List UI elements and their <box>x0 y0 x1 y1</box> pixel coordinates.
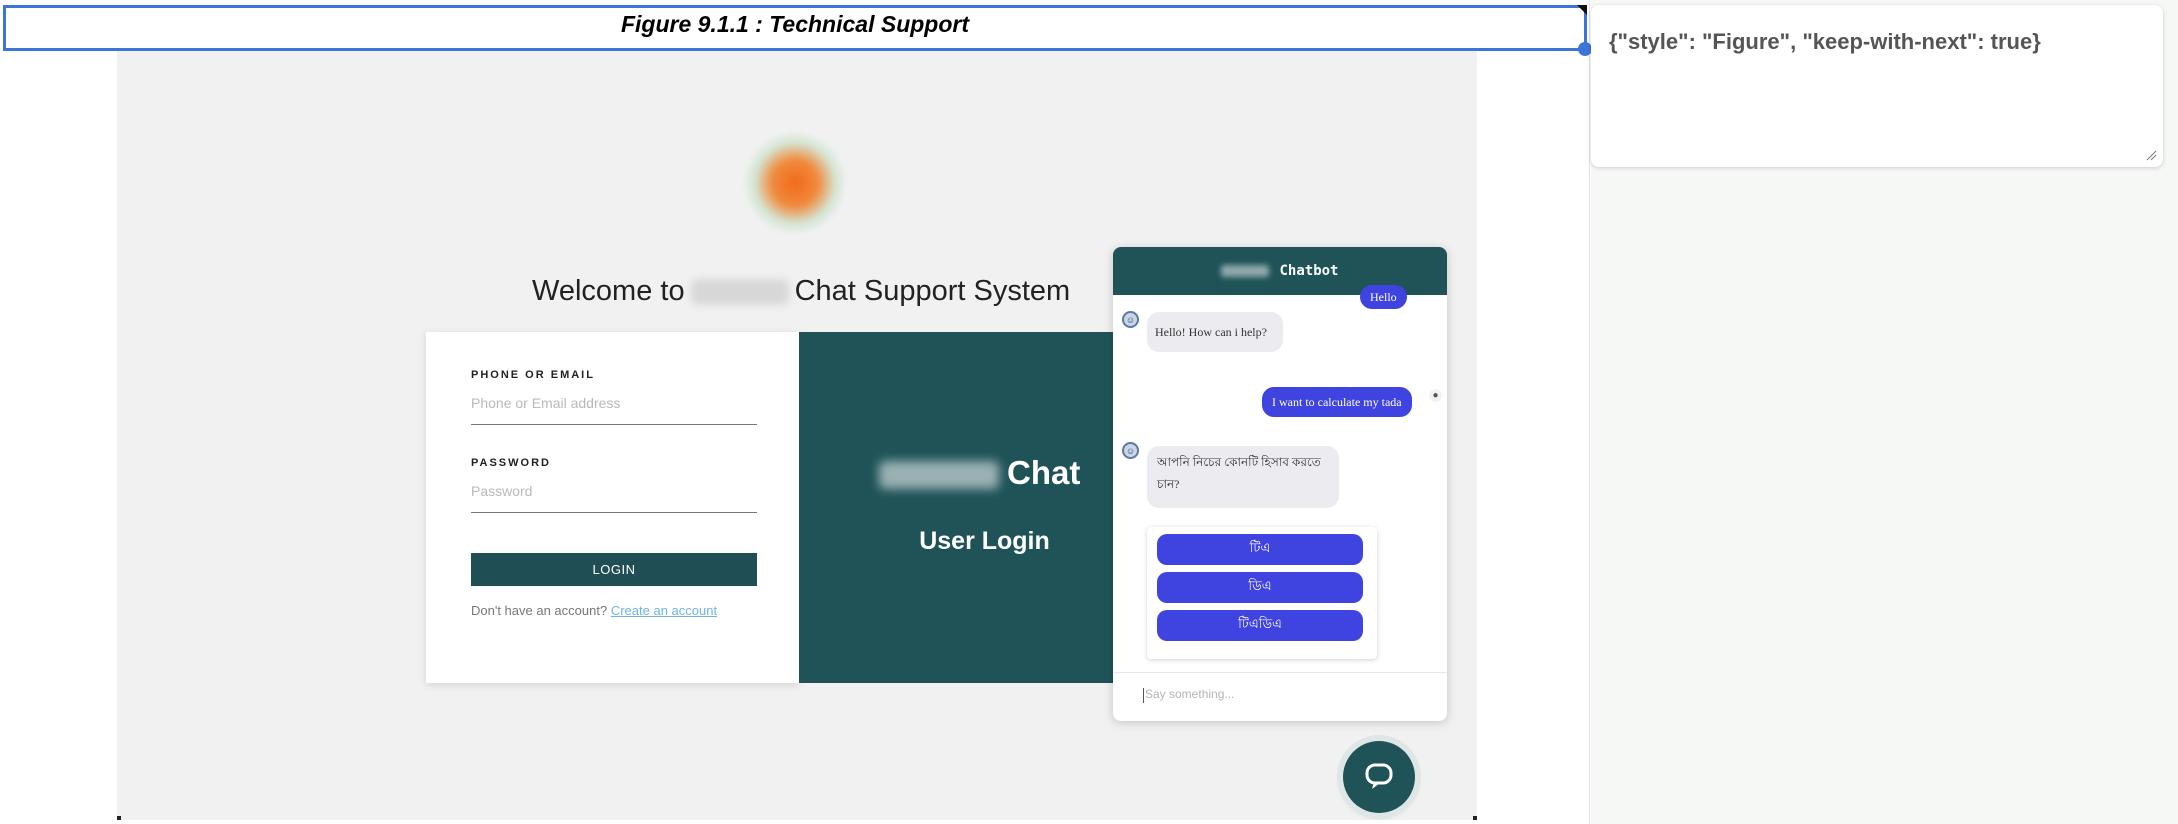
block-properties-textarea[interactable]: {"style": "Figure", "keep-with-next": tr… <box>1591 5 2163 167</box>
image-corner-marker <box>1473 816 1477 820</box>
option-da-button[interactable]: ডিএ <box>1157 572 1363 603</box>
welcome-prefix: Welcome to <box>532 275 685 307</box>
create-account-link[interactable]: Create an account <box>611 603 717 618</box>
brand-title: Chat <box>879 454 1080 492</box>
chat-launcher-button[interactable] <box>1343 741 1415 813</box>
options-card: টিএ ডিএ টিএডিএ <box>1147 527 1377 659</box>
user-message: I want to calculate my tada <box>1262 387 1412 417</box>
bot-message: আপনি নিচের কোনটি হিসাব করতে চান? <box>1147 446 1339 508</box>
block-properties-text[interactable]: {"style": "Figure", "keep-with-next": tr… <box>1609 29 2041 55</box>
bot-message: Hello! How can i help? <box>1147 312 1283 352</box>
user-avatar-icon: ● <box>1429 389 1442 402</box>
bot-avatar-icon: ☺ <box>1122 442 1139 459</box>
image-corner-marker <box>117 816 121 820</box>
redacted-brand-name <box>1221 265 1270 277</box>
chat-bubble-icon <box>1365 763 1393 789</box>
chatbot-title: Chatbot <box>1279 263 1339 279</box>
bot-avatar-icon: ☺ <box>1122 311 1139 328</box>
option-ta-button[interactable]: টিএ <box>1157 534 1363 565</box>
document-canvas: Figure 9.1.1 : Technical Support Welcome… <box>0 0 1592 824</box>
redacted-brand-name <box>690 279 789 306</box>
figure-caption[interactable]: Figure 9.1.1 : Technical Support <box>621 11 969 38</box>
figure-image[interactable]: Welcome to Chat Support System PHONE OR E… <box>117 51 1477 820</box>
resize-grip-icon[interactable] <box>2145 149 2157 161</box>
no-account-text: Don't have an account? <box>471 603 608 618</box>
user-message: Hello <box>1360 285 1407 309</box>
password-label: PASSWORD <box>471 457 551 469</box>
brand-logo <box>745 133 845 233</box>
welcome-suffix: Chat Support System <box>794 275 1071 307</box>
option-tada-button[interactable]: টিএডিএ <box>1157 610 1363 641</box>
text-caret <box>1143 688 1144 703</box>
phone-label: PHONE OR EMAIL <box>471 369 595 381</box>
brand-panel: Chat User Login <box>799 332 1139 683</box>
block-resize-handle[interactable] <box>1578 42 1592 56</box>
brand-suffix: Chat <box>1007 454 1081 491</box>
redacted-brand-name <box>879 461 999 490</box>
chatbot-window: Chatbot Hello ☺ Hello! How can i help? I… <box>1113 247 1447 721</box>
password-input[interactable]: Password <box>471 483 532 499</box>
password-input-underline <box>471 512 757 513</box>
phone-input-underline <box>471 424 757 425</box>
chat-input-placeholder: Say something... <box>1145 687 1235 701</box>
figure-caption-block[interactable]: Figure 9.1.1 : Technical Support <box>3 5 1592 56</box>
welcome-heading: Welcome to Chat Support System <box>532 275 1070 308</box>
block-corner-marker <box>1577 5 1587 15</box>
chat-input[interactable]: Say something... <box>1113 672 1447 721</box>
phone-input[interactable]: Phone or Email address <box>471 395 620 411</box>
login-form: PHONE OR EMAIL Phone or Email address PA… <box>426 332 799 683</box>
signup-prompt: Don't have an account? Create an account <box>471 603 717 618</box>
login-button[interactable]: LOGIN <box>471 553 757 586</box>
